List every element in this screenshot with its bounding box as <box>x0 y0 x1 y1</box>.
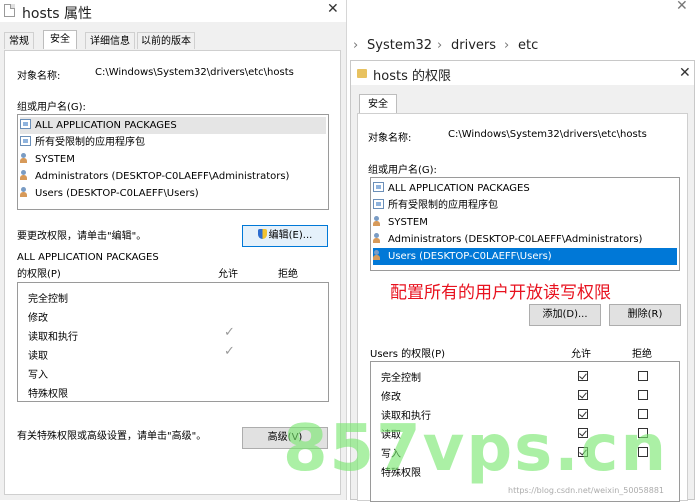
allow-header: 允许 <box>218 269 238 280</box>
group-label: 组或用户名(G): <box>368 165 437 176</box>
permissions-for-label: ALL APPLICATION PACKAGES <box>17 252 159 263</box>
folder-icon <box>357 69 367 78</box>
user-group-icon <box>373 250 384 260</box>
permission-name: 完全控制 <box>381 373 421 384</box>
red-annotation: 配置所有的用户开放读写权限 <box>390 283 611 303</box>
add-button[interactable]: 添加(D)... <box>529 304 601 326</box>
permission-name: 读取 <box>28 351 48 362</box>
deny-header: 拒绝 <box>632 349 652 360</box>
list-item[interactable]: Administrators (DESKTOP-C0LAEFF\Administ… <box>373 231 642 248</box>
permission-name: 读取和执行 <box>28 332 78 343</box>
window-title: hosts 属性 <box>22 6 92 22</box>
list-item[interactable]: SYSTEM <box>373 214 428 231</box>
package-icon <box>373 199 384 209</box>
allow-checkbox[interactable] <box>578 390 588 400</box>
list-item[interactable]: Administrators (DESKTOP-C0LAEFF\Administ… <box>20 168 289 185</box>
group-label: 组或用户名(G): <box>17 102 86 113</box>
chevron-right-icon: › <box>504 38 510 53</box>
close-icon[interactable]: ✕ <box>327 1 339 17</box>
list-item[interactable]: ALL APPLICATION PACKAGES <box>373 180 530 197</box>
deny-header: 拒绝 <box>278 269 298 280</box>
change-hint: 要更改权限，请单击"编辑"。 <box>17 231 147 242</box>
list-item[interactable]: ALL APPLICATION PACKAGES <box>20 117 326 134</box>
chevron-right-icon: › <box>353 38 359 53</box>
permission-list: 完全控制 修改 读取和执行 读取 写入 特殊权限 ✓ ✓ <box>17 282 329 402</box>
breadcrumb-item[interactable]: etc <box>518 38 538 53</box>
tab-general[interactable]: 常规 <box>4 32 34 49</box>
list-item[interactable]: SYSTEM <box>20 151 75 168</box>
remove-button[interactable]: 删除(R) <box>609 304 681 326</box>
object-name-value: C:\Windows\System32\drivers\etc\hosts <box>448 129 647 140</box>
shield-icon <box>257 229 267 239</box>
checkmark-icon: ✓ <box>224 344 235 359</box>
deny-checkbox[interactable] <box>638 371 648 381</box>
list-item[interactable]: 所有受限制的应用程序包 <box>373 197 498 214</box>
object-name-value: C:\Windows\System32\drivers\etc\hosts <box>95 67 294 78</box>
user-group-icon <box>20 153 31 163</box>
allow-header: 允许 <box>571 349 591 360</box>
permission-name: 完全控制 <box>28 294 68 305</box>
list-item-selected[interactable]: Users (DESKTOP-C0LAEFF\Users) <box>373 248 677 265</box>
dialog-title: hosts 的权限 <box>373 69 451 84</box>
package-icon <box>20 119 31 129</box>
breadcrumb-item[interactable]: drivers <box>451 38 496 53</box>
tab-bar: 常规 安全 详细信息 以前的版本 <box>0 30 346 50</box>
object-name-label: 对象名称: <box>17 71 61 82</box>
permission-name: 特殊权限 <box>28 389 68 400</box>
tab-security[interactable]: 安全 <box>43 30 77 49</box>
checkmark-icon: ✓ <box>224 325 235 340</box>
permission-name: 写入 <box>28 370 48 381</box>
tab-details[interactable]: 详细信息 <box>85 32 135 49</box>
edit-button[interactable]: 编辑(E)... <box>242 225 328 247</box>
breadcrumb-item[interactable]: System32 <box>367 38 432 53</box>
package-icon <box>373 182 384 192</box>
allow-checkbox[interactable] <box>578 371 588 381</box>
user-group-icon <box>373 216 384 226</box>
tab-previous-versions[interactable]: 以前的版本 <box>137 32 195 49</box>
user-list: ALL APPLICATION PACKAGES 所有受限制的应用程序包 SYS… <box>17 114 329 210</box>
permission-name: 修改 <box>381 392 401 403</box>
title-bar: hosts 属性 ✕ <box>0 0 346 22</box>
user-list: ALL APPLICATION PACKAGES 所有受限制的应用程序包 SYS… <box>370 177 680 271</box>
close-icon[interactable]: ✕ <box>679 65 691 81</box>
chevron-right-icon: › <box>437 38 443 53</box>
permissions-for-label-2: 的权限(P) <box>17 269 61 280</box>
package-icon <box>20 136 31 146</box>
user-group-icon <box>20 187 31 197</box>
user-group-icon <box>20 170 31 180</box>
user-group-icon <box>373 233 384 243</box>
object-name-label: 对象名称: <box>368 133 412 144</box>
deny-checkbox[interactable] <box>638 390 648 400</box>
watermark: 857vps.cn <box>283 412 669 486</box>
list-item[interactable]: 所有受限制的应用程序包 <box>20 134 145 151</box>
permission-name: 修改 <box>28 313 48 324</box>
permissions-for-label: Users 的权限(P) <box>370 349 446 360</box>
file-icon <box>4 4 15 17</box>
close-icon[interactable]: ✕ <box>676 0 688 14</box>
advanced-hint: 有关特殊权限或高级设置，请单击"高级"。 <box>17 431 207 442</box>
credit-text: https://blog.csdn.net/weixin_50058881 <box>508 486 665 495</box>
tab-security[interactable]: 安全 <box>359 94 397 114</box>
list-item[interactable]: Users (DESKTOP-C0LAEFF\Users) <box>20 185 199 202</box>
